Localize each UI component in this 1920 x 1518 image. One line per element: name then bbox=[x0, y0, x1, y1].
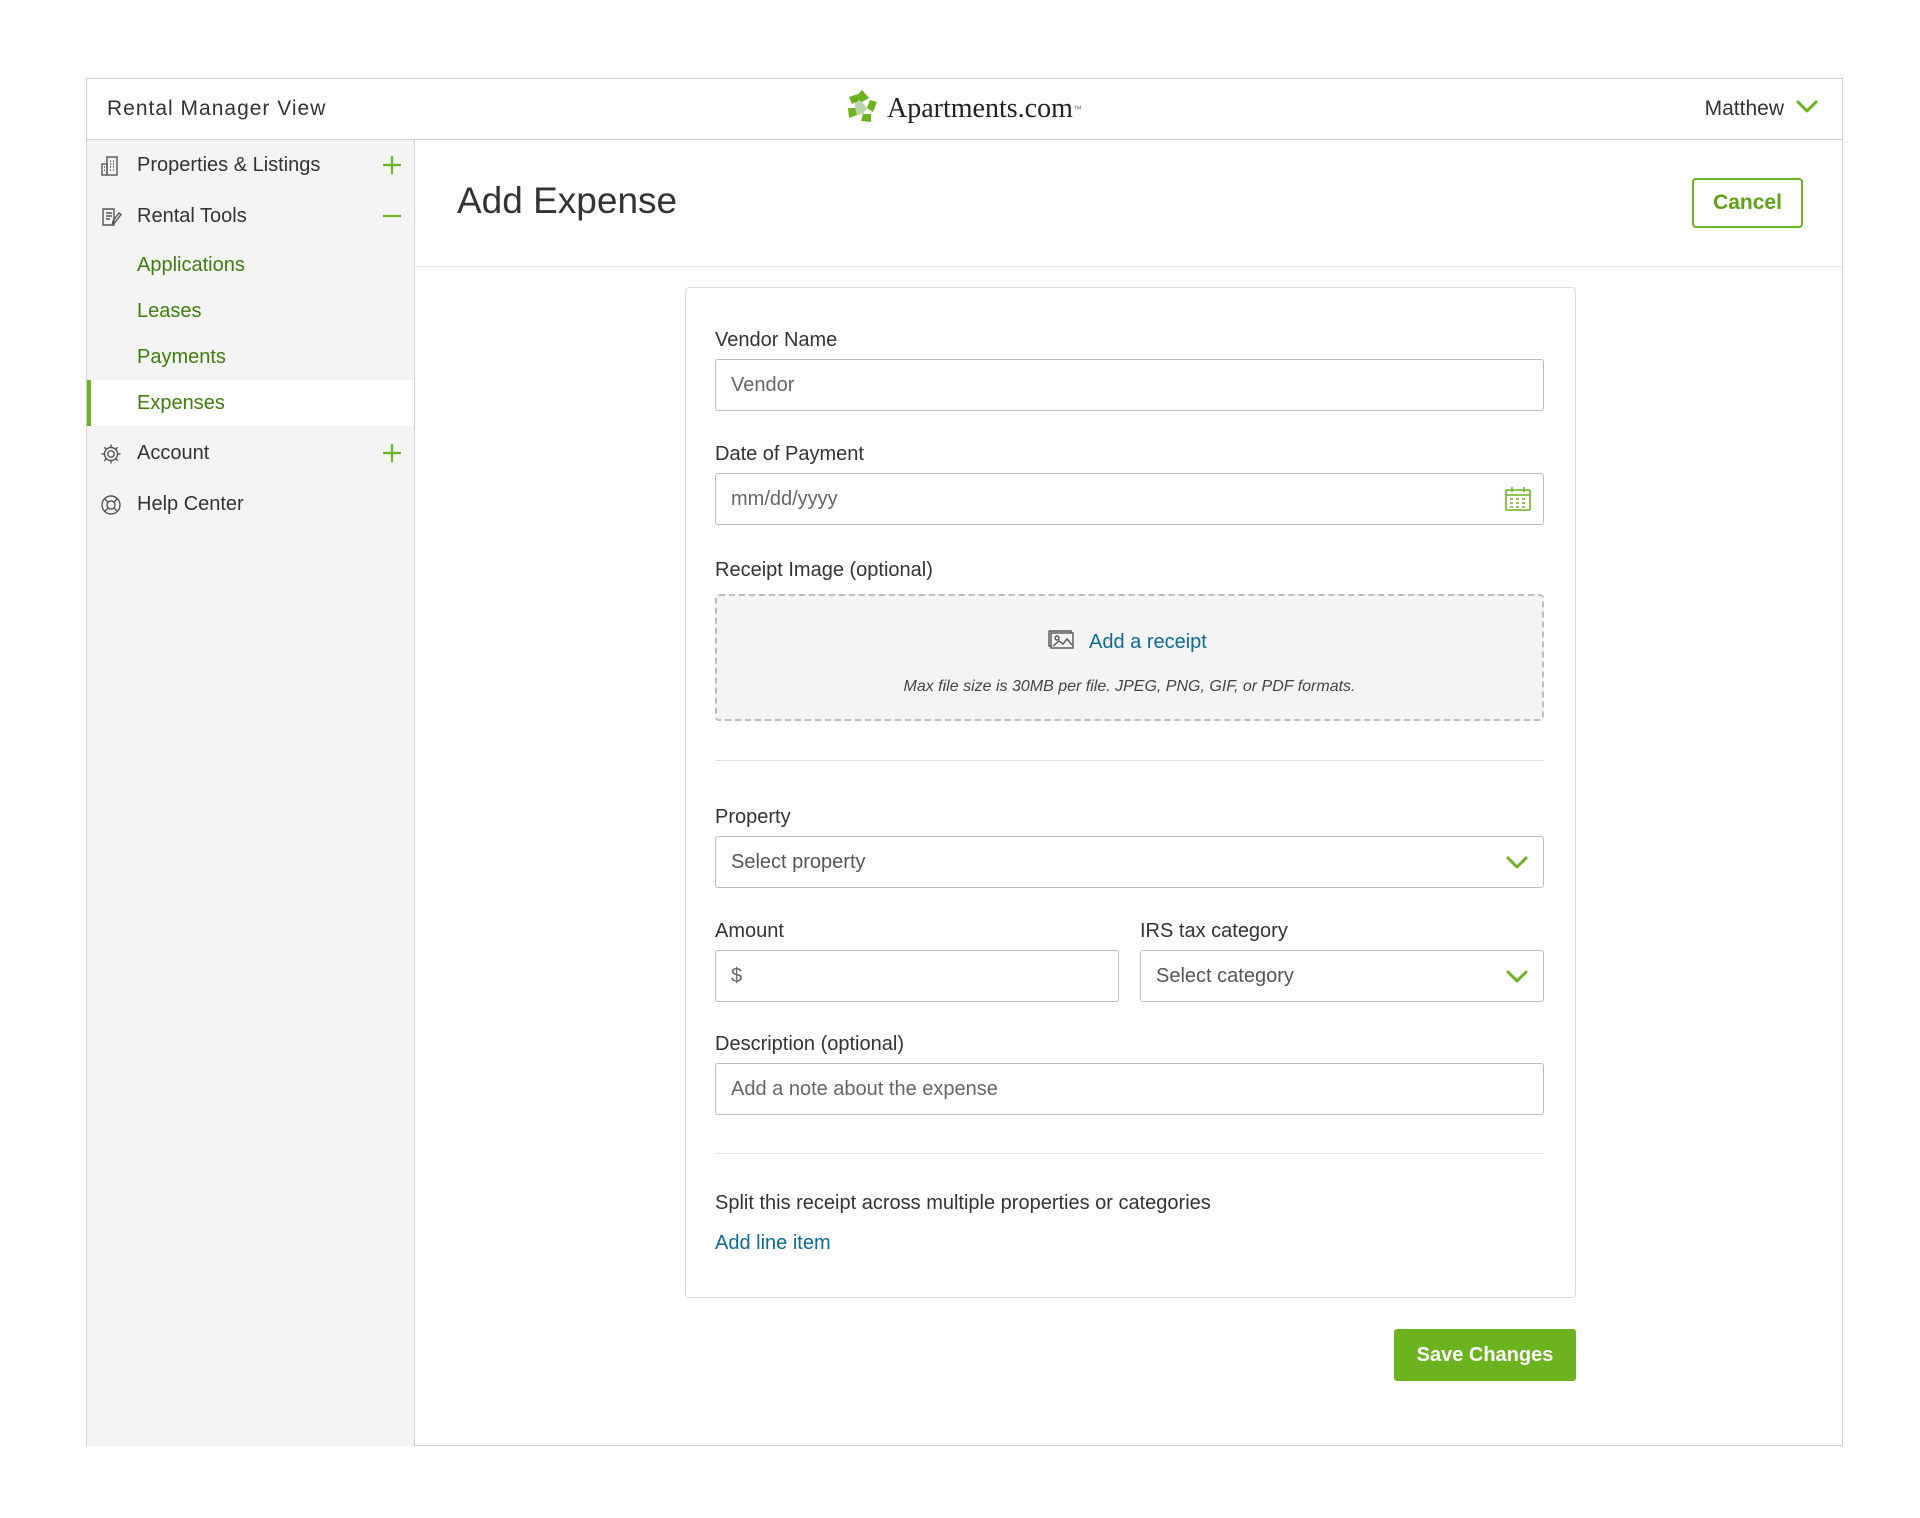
app-window: Rental Manager View Apartments.com ™ Mat… bbox=[86, 78, 1843, 1446]
sidebar-item-label: Rental Tools bbox=[137, 205, 247, 227]
logo-trademark: ™ bbox=[1072, 104, 1082, 114]
section-divider bbox=[715, 1153, 1544, 1154]
property-select-value: Select property bbox=[731, 850, 866, 873]
sidebar: Properties & Listings Rental Tools Appli… bbox=[87, 140, 415, 1446]
chevron-down-icon bbox=[1505, 852, 1529, 874]
app-title: Rental Manager View bbox=[107, 97, 327, 120]
gear-icon bbox=[100, 443, 122, 465]
date-of-payment-label: Date of Payment bbox=[715, 443, 864, 465]
sidebar-subitem-leases[interactable]: Leases bbox=[87, 288, 414, 334]
sidebar-item-label: Account bbox=[137, 442, 210, 464]
page-title: Add Expense bbox=[457, 180, 678, 221]
cancel-button[interactable]: Cancel bbox=[1692, 178, 1803, 228]
logo-text: Apartments.com bbox=[887, 93, 1073, 124]
sidebar-item-label: Help Center bbox=[137, 493, 244, 515]
main-content: Add Expense Cancel Vendor Name Date of P… bbox=[416, 140, 1842, 1445]
sidebar-item-label: Properties & Listings bbox=[137, 154, 321, 176]
building-icon bbox=[100, 155, 122, 177]
sidebar-item-account[interactable]: Account bbox=[87, 428, 414, 479]
irs-select-value: Select category bbox=[1156, 964, 1294, 987]
irs-tax-category-label: IRS tax category bbox=[1140, 920, 1288, 942]
sidebar-subitem-expenses[interactable]: Expenses bbox=[87, 380, 414, 426]
chevron-down-icon bbox=[1796, 97, 1818, 121]
user-menu[interactable]: Matthew bbox=[1705, 97, 1818, 121]
document-edit-icon bbox=[100, 206, 122, 228]
receipt-image-label: Receipt Image (optional) bbox=[715, 559, 933, 581]
user-name: Matthew bbox=[1704, 97, 1784, 120]
logo-mark-icon bbox=[843, 88, 881, 131]
amount-label: Amount bbox=[715, 920, 784, 942]
add-receipt-link[interactable]: Add a receipt bbox=[1047, 628, 1207, 656]
calendar-icon[interactable] bbox=[1504, 485, 1532, 513]
expense-form-card: Vendor Name Date of Payment Receipt Imag… bbox=[685, 287, 1576, 1298]
irs-tax-category-select[interactable]: Select category bbox=[1140, 950, 1544, 1002]
top-bar: Rental Manager View Apartments.com ™ Mat… bbox=[87, 79, 1842, 140]
date-of-payment-input[interactable] bbox=[715, 473, 1544, 525]
property-select[interactable]: Select property bbox=[715, 836, 1544, 888]
sidebar-item-properties-listings[interactable]: Properties & Listings bbox=[87, 140, 414, 191]
split-receipt-text: Split this receipt across multiple prope… bbox=[715, 1192, 1211, 1214]
description-input[interactable] bbox=[715, 1063, 1544, 1115]
sidebar-item-help-center[interactable]: Help Center bbox=[87, 479, 414, 530]
add-line-item-link[interactable]: Add line item bbox=[715, 1232, 831, 1255]
lifebuoy-icon bbox=[100, 494, 122, 516]
section-divider bbox=[715, 760, 1544, 761]
add-receipt-label: Add a receipt bbox=[1089, 630, 1207, 653]
plus-icon[interactable] bbox=[378, 151, 406, 179]
date-field-wrapper bbox=[715, 473, 1544, 525]
description-label: Description (optional) bbox=[715, 1033, 904, 1055]
minus-icon[interactable] bbox=[378, 202, 406, 230]
chevron-down-icon bbox=[1505, 966, 1529, 988]
sidebar-item-rental-tools[interactable]: Rental Tools bbox=[87, 191, 414, 242]
receipt-dropzone[interactable]: Add a receipt Max file size is 30MB per … bbox=[715, 594, 1544, 721]
image-icon bbox=[1047, 628, 1075, 656]
vendor-name-input[interactable] bbox=[715, 359, 1544, 411]
apartments-logo[interactable]: Apartments.com ™ bbox=[843, 89, 1082, 129]
vendor-name-label: Vendor Name bbox=[715, 329, 838, 351]
plus-icon[interactable] bbox=[378, 439, 406, 467]
amount-input[interactable] bbox=[715, 950, 1119, 1002]
property-label: Property bbox=[715, 806, 791, 828]
file-size-note: Max file size is 30MB per file. JPEG, PN… bbox=[903, 678, 1356, 695]
sidebar-subitem-payments[interactable]: Payments bbox=[87, 334, 414, 380]
page-header: Add Expense Cancel bbox=[416, 140, 1842, 267]
save-changes-button[interactable]: Save Changes bbox=[1394, 1329, 1576, 1381]
sidebar-subitem-applications[interactable]: Applications bbox=[87, 242, 414, 288]
